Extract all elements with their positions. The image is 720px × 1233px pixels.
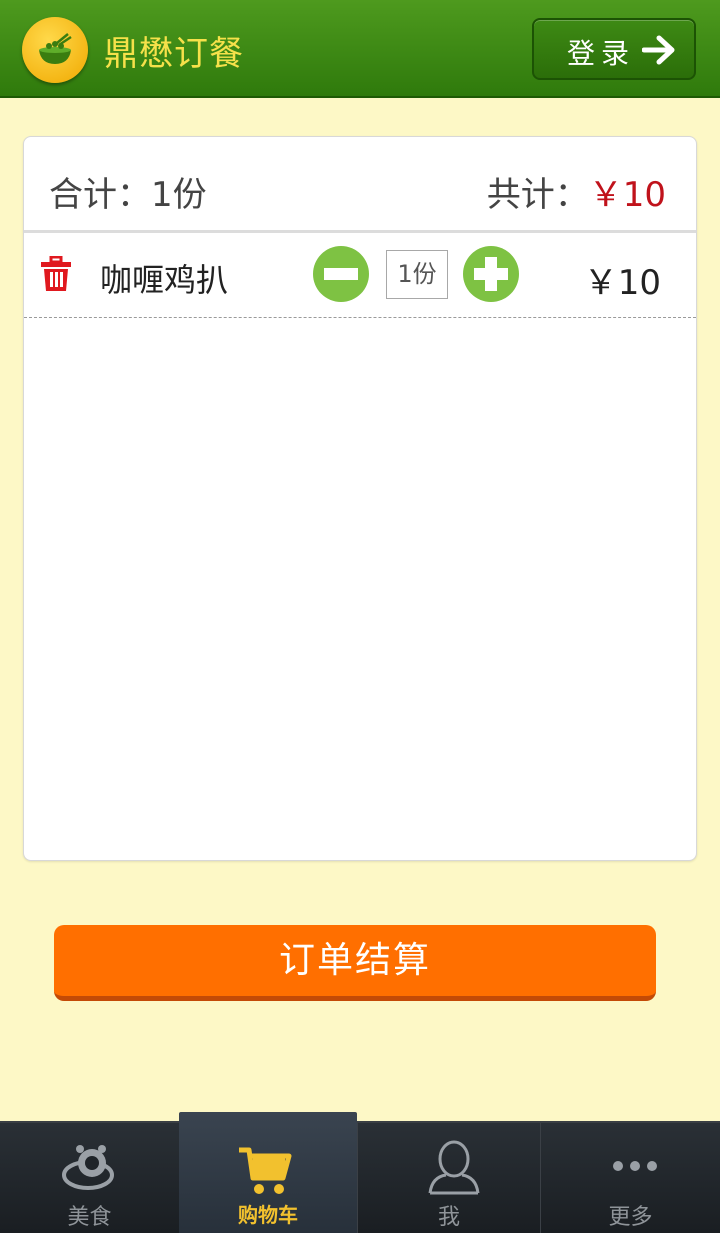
arrow-right-icon <box>642 35 675 65</box>
item-count: 合计：1份 <box>49 175 207 215</box>
item-price: ￥10 <box>583 263 661 303</box>
cart-total: 共计：￥10 <box>487 167 666 216</box>
total-label: 共计： <box>486 175 589 215</box>
tab-cart-label: 购物车 <box>238 1203 298 1227</box>
more-dots-icon <box>613 1161 657 1171</box>
login-button[interactable]: 登录 <box>532 18 696 80</box>
trash-icon[interactable] <box>40 255 72 296</box>
tab-me-label: 我 <box>437 1205 460 1230</box>
tab-more-label: 更多 <box>608 1205 653 1230</box>
cart-panel: 合计：1份 共计：￥10 咖喱鸡扒 1份 ￥10 <box>23 136 697 861</box>
tab-more[interactable]: 更多 <box>540 1123 720 1233</box>
person-icon <box>428 1140 480 1195</box>
rice-bowl-icon <box>22 17 88 83</box>
tab-food-label: 美食 <box>67 1205 112 1230</box>
tab-me[interactable]: 我 <box>357 1123 540 1233</box>
login-label: 登录 <box>567 37 636 70</box>
bottom-tab-bar: 美食 购物车 我 更多 <box>0 1112 720 1233</box>
total-price: ￥10 <box>588 175 666 215</box>
tab-cart[interactable]: 购物车 <box>179 1112 357 1233</box>
cart-icon <box>239 1147 292 1194</box>
item-name: 咖喱鸡扒 <box>100 261 229 299</box>
tab-food[interactable]: 美食 <box>0 1123 179 1233</box>
cart-summary: 合计：1份 共计：￥10 <box>24 137 696 233</box>
increase-quantity-button[interactable] <box>463 246 519 302</box>
checkout-button[interactable]: 订单结算 <box>54 925 656 1001</box>
app-title: 鼎懋订餐 <box>104 34 244 74</box>
app-header: 鼎懋订餐 登录 <box>0 0 720 98</box>
quantity-field[interactable]: 1份 <box>386 250 448 299</box>
decrease-quantity-button[interactable] <box>313 246 369 302</box>
food-icon <box>62 1145 114 1190</box>
cart-item: 咖喱鸡扒 1份 ￥10 <box>24 233 696 318</box>
